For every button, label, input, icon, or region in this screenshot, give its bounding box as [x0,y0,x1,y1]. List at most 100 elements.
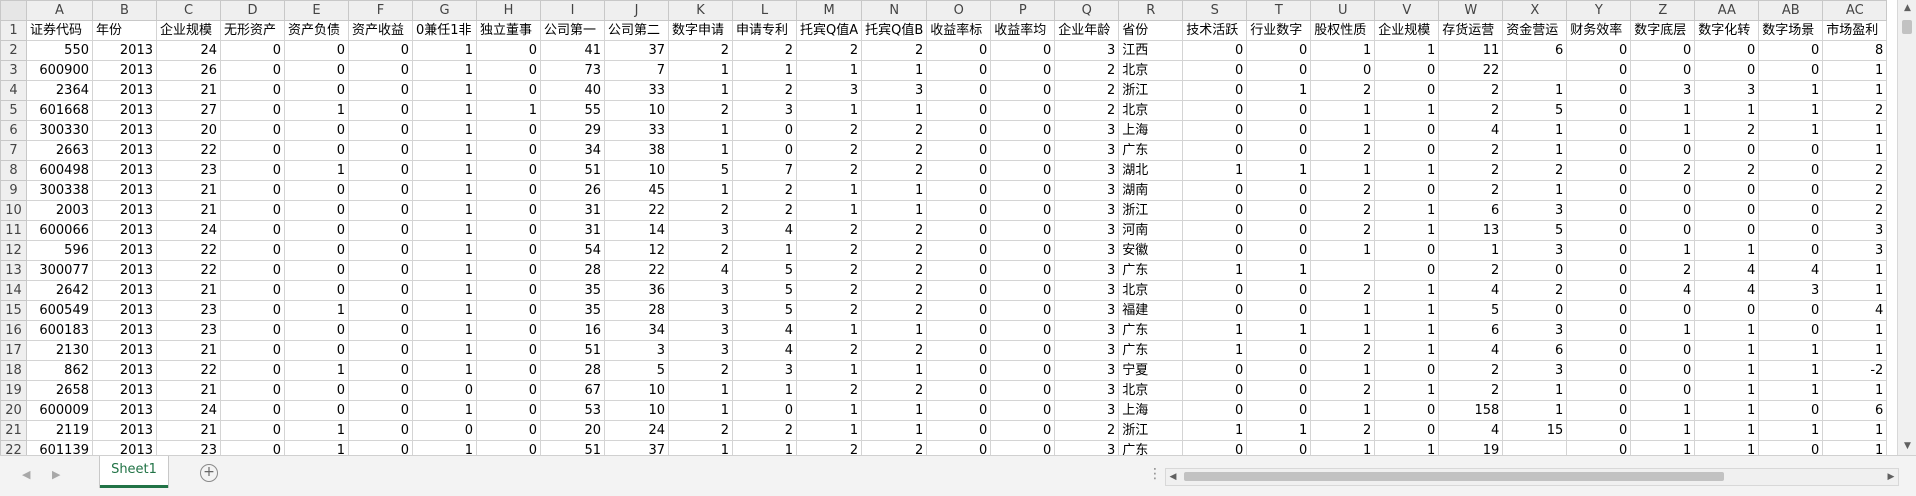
header-cell[interactable]: 行业数字 [1246,20,1312,41]
cell[interactable]: 0 [1694,220,1760,241]
header-cell[interactable]: 数字化转 [1694,20,1760,41]
cell[interactable]: 1 [1822,80,1888,101]
cell[interactable]: 1 [668,60,733,81]
cell[interactable]: 600549 [26,300,93,321]
cell[interactable]: 1 [284,420,349,441]
cell[interactable]: 广东 [1118,340,1184,361]
cell[interactable]: 0 [476,260,541,281]
cell[interactable]: 0 [412,420,477,441]
cell[interactable]: 1 [1246,160,1312,181]
header-cell[interactable]: 资金营运 [1502,20,1568,41]
cell[interactable]: 1 [732,60,797,81]
cell[interactable]: 1 [412,80,477,101]
cell[interactable]: 3 [668,300,733,321]
cell[interactable]: 0 [1374,400,1440,421]
cell[interactable]: 0 [284,280,349,301]
cell[interactable]: 3 [1694,80,1760,101]
cell[interactable]: 0 [1566,80,1632,101]
cell[interactable]: 15 [1502,420,1568,441]
cell[interactable]: 2 [861,220,928,241]
cell[interactable]: 2 [1438,140,1504,161]
cell[interactable]: 21 [156,80,221,101]
cell[interactable]: 26 [156,60,221,81]
cell[interactable]: 600066 [26,220,93,241]
cell[interactable]: 4 [1438,280,1504,301]
cell[interactable]: 0 [1246,140,1312,161]
header-cell[interactable]: 资产负债 [284,20,349,41]
cell[interactable]: 0 [1694,180,1760,201]
cell[interactable]: 67 [540,380,605,401]
cell[interactable]: 0 [990,120,1056,141]
cell[interactable]: 1 [1630,320,1696,341]
cell[interactable]: 1 [1822,60,1888,81]
cell[interactable]: 0 [990,320,1056,341]
cell[interactable]: 2 [1054,100,1120,121]
row-header[interactable]: 15 [0,300,27,321]
cell[interactable]: 0 [1182,60,1248,81]
cell[interactable]: 6 [1822,400,1888,421]
cell-table[interactable]: A B C D E F G H I J K L M N O P Q R S T U V W X Y Z AA AB AC 1 证券代码 年份… [0,0,1888,455]
cell[interactable]: 3 [668,280,733,301]
row-header[interactable]: 11 [0,220,27,241]
horizontal-scroll-thumb[interactable] [1184,472,1724,481]
cell[interactable]: 0 [348,180,413,201]
cell[interactable]: 0 [220,220,285,241]
cell[interactable]: 0 [1246,340,1312,361]
cell[interactable]: 6 [1502,40,1568,61]
cell[interactable]: 1 [1630,120,1696,141]
cell[interactable]: 1 [412,160,477,181]
column-header-p[interactable]: P [990,0,1056,21]
cell[interactable]: 1 [1310,120,1376,141]
triangle-right-icon[interactable]: ▶ [52,468,60,481]
cell[interactable]: 1 [1310,240,1376,261]
cell[interactable]: 0 [1758,60,1824,81]
cell[interactable]: 1 [1502,120,1568,141]
cell[interactable]: 1 [1694,340,1760,361]
row-header[interactable]: 22 [0,440,27,455]
cell[interactable]: 0 [926,60,992,81]
cell[interactable]: 10 [604,160,669,181]
row-header[interactable]: 18 [0,360,27,381]
cell[interactable]: 24 [156,220,221,241]
header-cell[interactable]: 独立董事 [476,20,541,41]
cell[interactable]: 1 [1374,440,1440,455]
cell[interactable]: 2013 [92,100,157,121]
cell[interactable]: 0 [1246,280,1312,301]
header-cell[interactable]: 数字场景 [1758,20,1824,41]
cell[interactable]: 23 [156,440,221,455]
cell[interactable]: 2 [861,40,928,61]
header-cell[interactable]: 公司第一 [540,20,605,41]
cell[interactable]: 1 [1758,340,1824,361]
cell[interactable]: 4 [1694,280,1760,301]
cell[interactable]: 3 [1054,120,1120,141]
cell[interactable]: 2 [1502,160,1568,181]
cell[interactable]: 0 [476,200,541,221]
header-cell[interactable]: 申请专利 [732,20,797,41]
row-header[interactable]: 7 [0,140,27,161]
cell[interactable]: 0 [476,420,541,441]
cell[interactable]: 0 [348,300,413,321]
vertical-scrollbar[interactable]: ▲ ▼ [1897,0,1916,455]
cell[interactable]: 浙江 [1118,420,1184,441]
cell[interactable]: 1 [1758,80,1824,101]
cell[interactable]: 0 [1374,420,1440,441]
cell[interactable]: 0 [990,440,1056,455]
cell[interactable]: 0 [1566,60,1632,81]
cell[interactable]: 10 [604,100,669,121]
cell[interactable]: 1 [412,180,477,201]
cell[interactable]: 2013 [92,200,157,221]
scroll-down-icon[interactable]: ▼ [1898,438,1916,455]
cell[interactable]: 1 [1822,140,1888,161]
cell[interactable]: 33 [604,80,669,101]
cell[interactable]: 3 [732,100,797,121]
cell[interactable]: 3 [1630,80,1696,101]
cell[interactable]: 3 [1054,160,1120,181]
column-header-f[interactable]: F [348,0,413,21]
cell[interactable]: 2 [1694,160,1760,181]
cell[interactable]: 10 [604,380,669,401]
row-header[interactable]: 17 [0,340,27,361]
cell[interactable]: 3 [1054,200,1120,221]
cell[interactable]: 0 [926,160,992,181]
cell[interactable]: 1 [1694,440,1760,455]
cell[interactable]: 0 [1182,140,1248,161]
